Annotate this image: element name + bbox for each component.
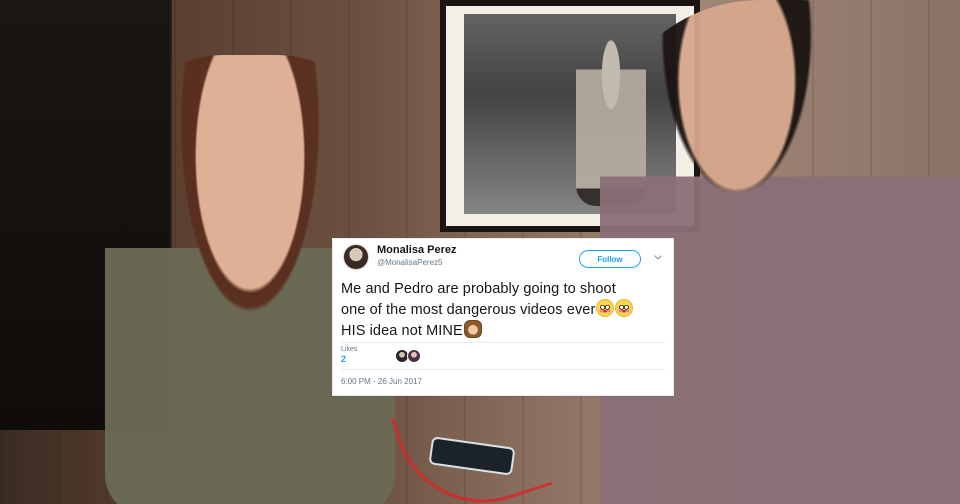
follow-button-label: Follow [597, 254, 623, 264]
tweet-text-line-2-text: one of the most dangerous videos ever [341, 302, 596, 318]
likes-count: 2 [341, 354, 347, 364]
tweet-text-line-3: HIS idea not MINE [341, 320, 665, 341]
liker-avatars [395, 349, 435, 365]
author-handle[interactable]: @MonalisaPerez5 [377, 258, 557, 268]
tweet-text-line-1-text: Me and Pedro are probably going to shoot [341, 281, 616, 297]
tweet-text: Me and Pedro are probably going to shoot… [341, 279, 665, 341]
tweet-text-line-2: one of the most dangerous videos ever [341, 299, 665, 320]
likes-stat[interactable]: Likes 2 [341, 345, 381, 367]
likes-label: Likes [341, 346, 358, 353]
author-display-name[interactable]: Monalisa Perez [377, 244, 557, 257]
speak-no-evil-monkey-emoji-icon [463, 320, 482, 338]
tweet-text-line-1: Me and Pedro are probably going to shoot [341, 279, 665, 299]
tweet-card: Monalisa Perez @MonalisaPerez5 Follow Me… [332, 238, 674, 396]
liker-avatar[interactable] [407, 349, 421, 363]
tweet-text-line-3-text: HIS idea not MINE [341, 323, 463, 339]
flushed-face-emoji-icon [596, 299, 615, 317]
tweet-divider-top [341, 342, 665, 343]
flushed-face-emoji-icon [615, 299, 634, 317]
tweet-author: Monalisa Perez @MonalisaPerez5 [377, 244, 557, 268]
video-still-background: Monalisa Perez @MonalisaPerez5 Follow Me… [0, 0, 960, 504]
profile-avatar[interactable] [343, 244, 369, 270]
tweet-timestamp[interactable]: 6:00 PM - 26 Jun 2017 [341, 377, 422, 386]
chevron-down-icon[interactable] [653, 253, 663, 263]
tweet-header: Monalisa Perez @MonalisaPerez5 Follow [343, 244, 665, 278]
follow-button[interactable]: Follow [579, 250, 641, 268]
tweet-divider-bottom [341, 369, 665, 370]
